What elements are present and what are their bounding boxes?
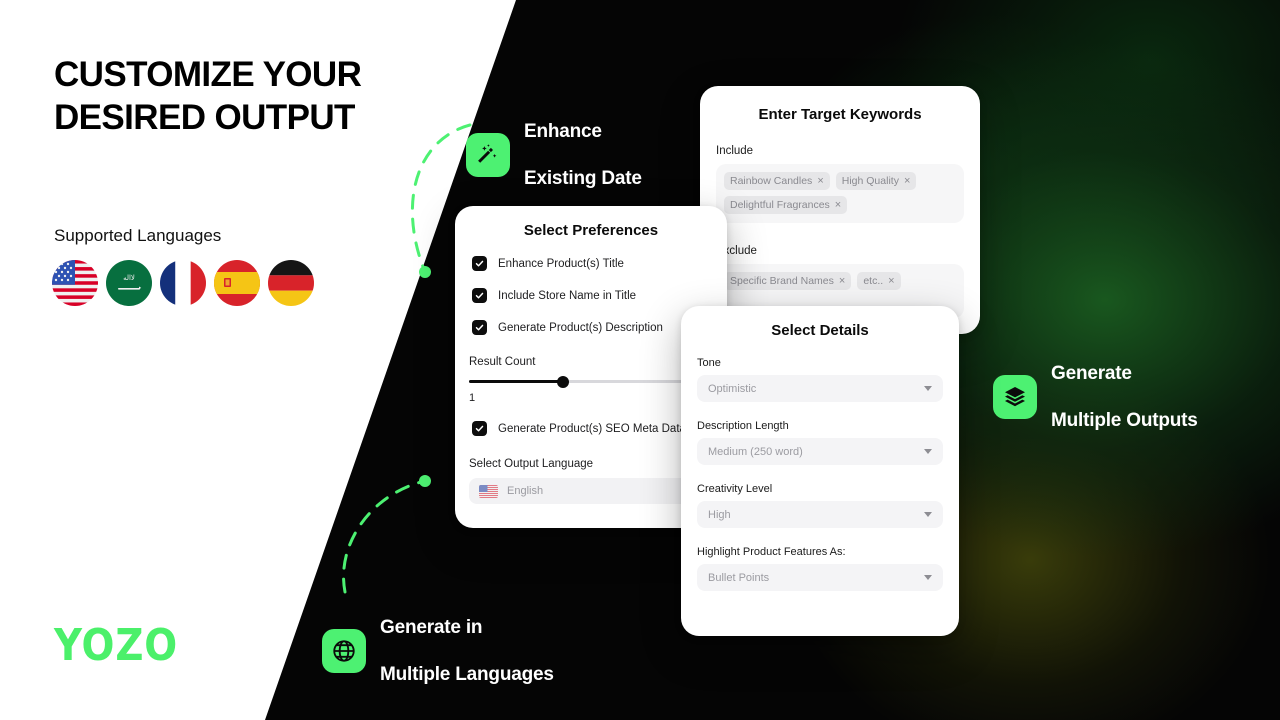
- chip-remove-icon[interactable]: ×: [904, 175, 910, 187]
- flag-france: [160, 260, 206, 306]
- highlight-features-label: Highlight Product Features As:: [697, 546, 846, 558]
- highlight-features-select[interactable]: Bullet Points: [697, 564, 943, 591]
- flag-united-states-icon: [479, 484, 498, 498]
- checkbox-checked-icon[interactable]: [472, 256, 487, 271]
- checkbox-checked-icon[interactable]: [472, 421, 487, 436]
- checkbox-checked-icon[interactable]: [472, 288, 487, 303]
- page-title: CUSTOMIZE YOUR DESIRED OUTPUT: [54, 54, 362, 139]
- feature-outputs-line-2: Multiple Outputs: [1051, 410, 1198, 432]
- details-card-title: Select Details: [771, 322, 869, 339]
- layers-icon: [993, 375, 1037, 420]
- feature-enhance-label: Enhance Existing Date: [524, 96, 642, 215]
- feature-languages-line-2: Multiple Languages: [380, 664, 554, 686]
- page-title-line-1: CUSTOMIZE YOUR: [54, 55, 362, 94]
- description-length-label: Description Length: [697, 420, 789, 432]
- feature-generate-multiple-outputs[interactable]: Generate Multiple Outputs: [993, 338, 1198, 457]
- keywords-card-title: Enter Target Keywords: [758, 106, 922, 123]
- chip-remove-icon[interactable]: ×: [835, 199, 841, 211]
- chip-label: Delightful Fragrances: [730, 199, 830, 211]
- chip-label: etc..: [863, 275, 884, 287]
- tone-label: Tone: [697, 357, 721, 369]
- preference-label: Generate Product(s) SEO Meta Data: [498, 422, 686, 435]
- slider-fill: [469, 380, 565, 383]
- creativity-level-value: High: [708, 508, 731, 521]
- chip-label: High Quality: [841, 175, 899, 187]
- keyword-chip[interactable]: Rainbow Candles ×: [724, 172, 830, 190]
- preference-label: Enhance Product(s) Title: [498, 257, 624, 270]
- creativity-level-select[interactable]: High: [697, 501, 943, 528]
- include-chips-field[interactable]: Rainbow Candles × High Quality × Delight…: [716, 164, 964, 223]
- feature-outputs-line-1: Generate: [1051, 362, 1132, 384]
- keyword-chip[interactable]: Specific Brand Names ×: [724, 272, 852, 290]
- chevron-down-icon[interactable]: [924, 386, 932, 391]
- description-length-select[interactable]: Medium (250 word): [697, 438, 943, 465]
- feature-languages-line-1: Generate in: [380, 616, 483, 638]
- preference-label: Generate Product(s) Description: [498, 321, 663, 334]
- chip-label: Rainbow Candles: [730, 175, 813, 187]
- flag-united-states: [52, 260, 98, 306]
- result-count-slider[interactable]: [469, 375, 713, 388]
- chevron-down-icon[interactable]: [924, 449, 932, 454]
- feature-outputs-label: Generate Multiple Outputs: [1051, 338, 1198, 457]
- preferences-card-title: Select Preferences: [523, 222, 659, 239]
- keyword-chip[interactable]: Delightful Fragrances ×: [724, 196, 848, 214]
- feature-languages-label: Generate in Multiple Languages: [380, 592, 554, 711]
- preference-label: Include Store Name in Title: [498, 289, 637, 302]
- feature-enhance-line-2: Existing Date: [524, 168, 642, 190]
- chip-label: Specific Brand Names: [730, 275, 834, 287]
- preference-row-store-name[interactable]: Include Store Name in Title: [472, 288, 727, 303]
- preference-row-enhance-title[interactable]: Enhance Product(s) Title: [472, 256, 727, 271]
- feature-generate-multiple-languages[interactable]: Generate in Multiple Languages: [322, 592, 554, 711]
- exclude-label: Exclude: [716, 245, 757, 257]
- chip-remove-icon[interactable]: ×: [839, 275, 845, 287]
- flag-germany: [268, 260, 314, 306]
- tone-value: Optimistic: [708, 382, 757, 395]
- output-language-select[interactable]: English: [469, 478, 713, 504]
- globe-icon: [322, 629, 366, 674]
- flag-saudi-arabia: لااله: [106, 260, 152, 306]
- highlight-features-value: Bullet Points: [708, 571, 770, 584]
- enter-target-keywords-card: Enter Target Keywords Include Rainbow Ca…: [700, 86, 980, 334]
- chip-remove-icon[interactable]: ×: [817, 175, 823, 187]
- creativity-level-label: Creativity Level: [697, 483, 773, 495]
- feature-enhance-existing-data[interactable]: Enhance Existing Date: [466, 96, 642, 215]
- brand-logo: YOZO: [54, 620, 179, 671]
- supported-languages-flags: لااله: [52, 260, 314, 306]
- chevron-down-icon[interactable]: [924, 575, 932, 580]
- magic-wand-icon: [466, 133, 510, 178]
- supported-languages-label: Supported Languages: [54, 226, 222, 245]
- output-language-value: English: [507, 485, 544, 497]
- chip-remove-icon[interactable]: ×: [888, 275, 894, 287]
- include-label: Include: [716, 145, 754, 157]
- checkbox-checked-icon[interactable]: [472, 320, 487, 335]
- tone-select[interactable]: Optimistic: [697, 375, 943, 402]
- description-length-value: Medium (250 word): [708, 445, 803, 458]
- keyword-chip[interactable]: High Quality ×: [835, 172, 917, 190]
- page-title-line-2: DESIRED OUTPUT: [54, 97, 355, 137]
- slider-handle[interactable]: [557, 375, 569, 388]
- chevron-down-icon[interactable]: [924, 512, 932, 517]
- flag-spain: [214, 260, 260, 306]
- keyword-chip[interactable]: etc.. ×: [857, 272, 901, 290]
- svg-text:لااله: لااله: [123, 274, 135, 282]
- promo-banner: CUSTOMIZE YOUR DESIRED OUTPUT Supported …: [0, 0, 1280, 720]
- feature-enhance-line-1: Enhance: [524, 120, 602, 142]
- select-details-card: Select Details Tone Optimistic Descripti…: [681, 306, 959, 636]
